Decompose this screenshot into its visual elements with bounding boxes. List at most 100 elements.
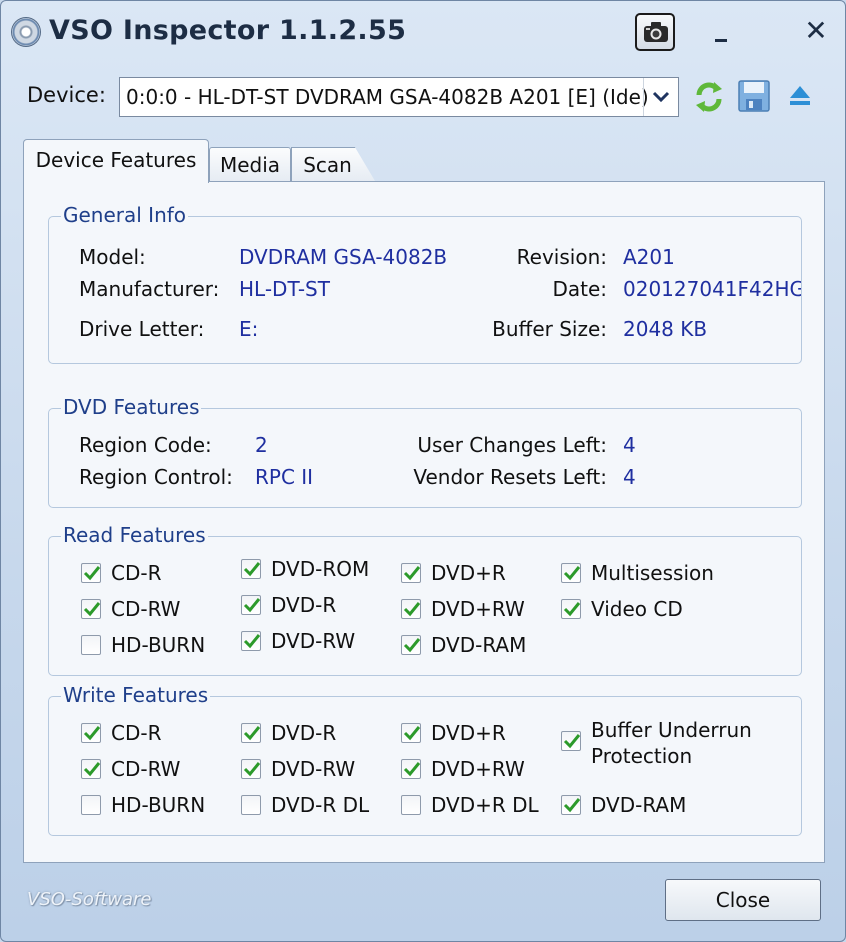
checkmark-icon: [403, 566, 421, 581]
eject-icon: [790, 86, 810, 105]
checkbox-box[interactable]: [561, 599, 581, 619]
checkbox-label: DVD-ROM: [271, 557, 370, 581]
checkmark-icon: [563, 734, 581, 749]
checkbox-label: Buffer Underrun: [591, 718, 752, 742]
tab-scan-label: Scan: [303, 153, 352, 177]
minimize-button[interactable]: [707, 19, 735, 47]
checkmark-icon: [403, 726, 421, 741]
checkbox-box[interactable]: [401, 635, 421, 655]
revision-label: Revision:: [516, 245, 607, 269]
checkmark-icon: [83, 566, 101, 581]
checkbox-box[interactable]: [401, 795, 421, 815]
close-window-button[interactable]: ✕: [801, 15, 831, 47]
checkmark-icon: [83, 762, 101, 777]
refresh-button[interactable]: [691, 79, 727, 115]
refresh-icon: [696, 82, 722, 112]
checkbox-label: CD-RW: [111, 597, 181, 621]
vso-software-logo: VSO-Software: [27, 889, 152, 910]
checkbox-label: DVD-R: [271, 721, 337, 745]
camera-icon: [644, 22, 668, 42]
checkbox-label: CD-R: [111, 561, 162, 585]
app-disc-icon: [11, 17, 41, 47]
region-code-value: 2: [255, 433, 268, 457]
checkbox-box[interactable]: [401, 759, 421, 779]
checkmark-icon: [563, 566, 581, 581]
buffer-size-label: Buffer Size:: [492, 317, 607, 341]
checkbox-label: DVD+R: [431, 721, 506, 745]
tab-media[interactable]: Media: [209, 147, 291, 181]
checkmark-icon: [403, 638, 421, 653]
manufacturer-label: Manufacturer:: [79, 277, 220, 301]
checkbox-label: DVD-R: [271, 593, 337, 617]
save-button[interactable]: [737, 79, 773, 115]
region-control-value: RPC II: [255, 465, 314, 489]
buffer-size-value: 2048 KB: [623, 317, 708, 341]
checkbox-box[interactable]: [81, 795, 101, 815]
checkbox-box[interactable]: [241, 631, 261, 651]
checkbox-box[interactable]: [81, 723, 101, 743]
checkbox-box[interactable]: [561, 731, 581, 751]
read-features-group: Read Features CD-R CD-RW HD-BURN DVD-ROM…: [48, 523, 802, 676]
checkbox-label: DVD-RW: [271, 629, 356, 653]
checkbox-box[interactable]: [81, 635, 101, 655]
screenshot-button[interactable]: [635, 13, 675, 51]
tab-scan[interactable]: Scan: [291, 147, 375, 181]
window-title: VSO Inspector 1.1.2.55: [49, 15, 407, 46]
close-button[interactable]: Close: [665, 879, 821, 921]
checkbox-label: DVD+R DL: [431, 793, 539, 817]
device-label: Device:: [27, 83, 106, 107]
manufacturer-value: HL-DT-ST: [239, 277, 330, 301]
checkbox-label: DVD-RAM: [591, 793, 687, 817]
checkbox-label: CD-R: [111, 721, 162, 745]
dvd-features-group: DVD Features Region Code: 2 Region Contr…: [48, 395, 802, 508]
checkbox-box[interactable]: [81, 759, 101, 779]
checkbox-box[interactable]: [241, 759, 261, 779]
tab-device-features[interactable]: Device Features: [23, 139, 209, 183]
checkbox-label: Protection: [591, 744, 693, 768]
drive-letter-value: E:: [239, 317, 259, 341]
chevron-down-icon: [652, 91, 670, 103]
date-label: Date:: [552, 277, 607, 301]
write-features-title: Write Features: [61, 683, 211, 707]
checkmark-icon: [403, 602, 421, 617]
checkbox-box[interactable]: [401, 723, 421, 743]
checkbox-box[interactable]: [561, 795, 581, 815]
region-code-label: Region Code:: [79, 433, 212, 457]
checkbox-label: DVD-RAM: [431, 633, 527, 657]
checkbox-label: Buffer Underrun Protection: [591, 717, 752, 769]
checkbox-label: DVD-R DL: [271, 793, 370, 817]
checkbox-box[interactable]: [241, 559, 261, 579]
user-changes-label: User Changes Left:: [417, 433, 607, 457]
checkbox-box[interactable]: [401, 599, 421, 619]
checkmark-icon: [243, 762, 261, 777]
checkbox-box[interactable]: [561, 563, 581, 583]
checkmark-icon: [563, 602, 581, 617]
dropdown-arrow[interactable]: [643, 78, 678, 116]
region-control-label: Region Control:: [79, 465, 233, 489]
dvd-features-title: DVD Features: [61, 395, 202, 419]
checkbox-box[interactable]: [241, 595, 261, 615]
model-value: DVDRAM GSA-4082B: [239, 245, 448, 269]
checkmark-icon: [83, 726, 101, 741]
checkmark-icon: [83, 602, 101, 617]
eject-button[interactable]: [783, 79, 819, 115]
general-info-title: General Info: [61, 203, 189, 227]
checkbox-box[interactable]: [81, 599, 101, 619]
revision-value: A201: [623, 245, 675, 269]
checkbox-label: HD-BURN: [111, 793, 206, 817]
checkbox-box[interactable]: [241, 723, 261, 743]
checkbox-box[interactable]: [81, 563, 101, 583]
checkmark-icon: [243, 598, 261, 613]
checkmark-icon: [243, 562, 261, 577]
general-info-group: General Info Model: DVDRAM GSA-4082B Man…: [48, 203, 802, 364]
checkbox-label: DVD+RW: [431, 757, 525, 781]
checkbox-label: CD-RW: [111, 757, 181, 781]
device-dropdown[interactable]: 0:0:0 - HL-DT-ST DVDRAM GSA-4082B A201 […: [119, 77, 679, 117]
close-icon: ✕: [804, 14, 828, 47]
checkmark-icon: [563, 798, 581, 813]
write-features-group: Write Features CD-R CD-RW HD-BURN DVD-R …: [48, 683, 802, 836]
checkmark-icon: [243, 634, 261, 649]
checkbox-box[interactable]: [241, 795, 261, 815]
checkbox-box[interactable]: [401, 563, 421, 583]
device-dropdown-value: 0:0:0 - HL-DT-ST DVDRAM GSA-4082B A201 […: [126, 85, 649, 109]
